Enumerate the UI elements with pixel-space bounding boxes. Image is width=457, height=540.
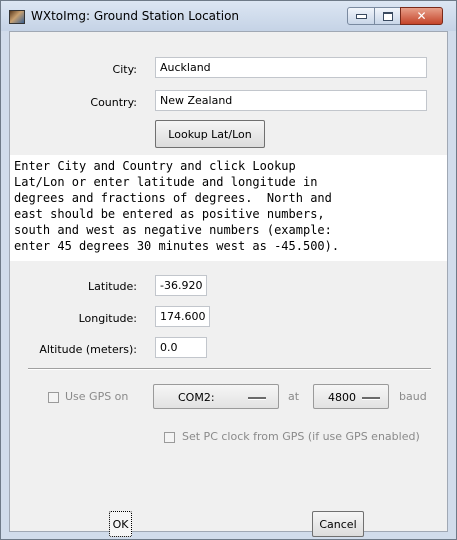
- baud-rate-select[interactable]: 4800: [313, 384, 389, 409]
- dialog-window: WXtoImg: Ground Station Location ✕ City:…: [0, 0, 457, 540]
- dialog-body: City: Auckland Country: New Zealand Look…: [9, 31, 448, 537]
- lookup-latlon-button[interactable]: Lookup Lat/Lon: [155, 120, 265, 148]
- country-input[interactable]: New Zealand: [155, 90, 427, 111]
- latitude-label: Latitude:: [88, 280, 137, 293]
- altitude-input[interactable]: 0.0: [155, 337, 207, 358]
- ok-label: OK: [112, 517, 129, 531]
- baud-label: baud: [399, 390, 427, 403]
- ok-button[interactable]: OK: [109, 511, 132, 537]
- close-icon: ✕: [416, 9, 427, 23]
- at-label: at: [288, 390, 300, 403]
- altitude-label: Altitude (meters):: [39, 343, 137, 356]
- gps-port-value: COM2:: [178, 391, 215, 404]
- minimize-button[interactable]: [347, 7, 375, 25]
- title-bar[interactable]: WXtoImg: Ground Station Location ✕: [1, 1, 456, 31]
- cancel-label: Cancel: [319, 517, 357, 531]
- maximize-button[interactable]: [374, 7, 401, 25]
- city-input[interactable]: Auckland: [155, 57, 427, 78]
- city-label: City:: [112, 63, 137, 76]
- app-icon: [9, 10, 25, 24]
- lookup-latlon-label: Lookup Lat/Lon: [168, 127, 252, 141]
- dropdown-arrow-icon: [362, 397, 380, 400]
- gps-port-select[interactable]: COM2:: [153, 384, 279, 409]
- cancel-button[interactable]: Cancel: [312, 511, 364, 537]
- baud-rate-value: 4800: [328, 391, 356, 404]
- longitude-input[interactable]: 174.600: [155, 306, 210, 327]
- longitude-label: Longitude:: [78, 312, 137, 325]
- dropdown-arrow-icon: [248, 397, 266, 400]
- maximize-icon: [382, 11, 393, 21]
- country-label: Country:: [90, 96, 137, 109]
- minimize-icon: [355, 13, 367, 19]
- latitude-input[interactable]: -36.920: [155, 275, 207, 296]
- instructions-text: Enter City and Country and click Lookup …: [10, 155, 447, 261]
- close-button[interactable]: ✕: [400, 7, 443, 25]
- use-gps-label: Use GPS on: [65, 390, 129, 403]
- set-pc-clock-label: Set PC clock from GPS (if use GPS enable…: [182, 430, 420, 443]
- separator: [28, 368, 431, 370]
- set-pc-clock-checkbox[interactable]: [164, 432, 175, 443]
- window-title: WXtoImg: Ground Station Location: [31, 9, 240, 23]
- use-gps-checkbox[interactable]: [48, 392, 59, 403]
